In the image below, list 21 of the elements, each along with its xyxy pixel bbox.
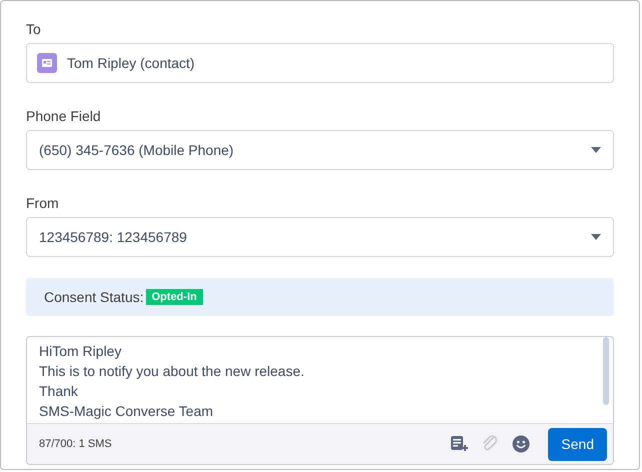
recipient-field[interactable]: Tom Ripley (contact) — [26, 43, 614, 83]
field-label: Phone Field — [26, 108, 101, 125]
caret-icon — [591, 147, 601, 153]
message-line: SMS-Magic Converse Team — [39, 402, 214, 421]
message-box[interactable]: HiTom Ripley This is to notify you about the new release. Thank SMS-Magic Converse Team 87/700: 1 SMS Send — [26, 336, 614, 465]
dropdown-field[interactable]: 123456789: 123456789 — [26, 217, 614, 257]
character-counter: 87/700: 1 SMS — [39, 438, 113, 450]
consent-label: Consent Status: — [44, 289, 144, 305]
contact-card-icon — [37, 53, 57, 73]
note-add-icon[interactable] — [450, 435, 468, 453]
caret-icon — [591, 234, 601, 240]
message-line: HiTom Ripley — [39, 342, 122, 361]
scrollbar[interactable] — [603, 337, 609, 405]
status-badge: Opted-In — [146, 289, 203, 305]
field-label: From — [26, 195, 59, 212]
send-button[interactable]: Send — [548, 428, 607, 460]
field-label: To — [26, 21, 41, 38]
message-line: This is to notify you about the new release. — [39, 362, 304, 381]
message-line: Thank — [39, 382, 78, 401]
smiley-icon[interactable] — [512, 435, 530, 453]
dropdown-field[interactable]: (650) 345-7636 (Mobile Phone) — [26, 130, 614, 170]
